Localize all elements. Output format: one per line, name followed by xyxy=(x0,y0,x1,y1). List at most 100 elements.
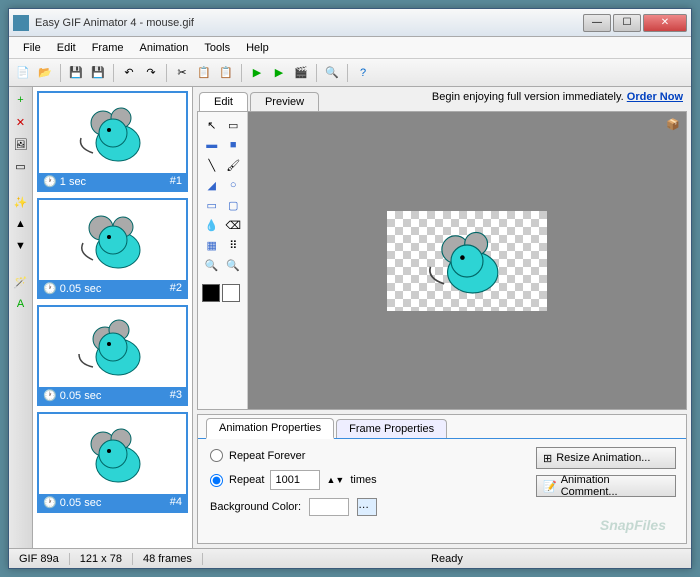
open-icon[interactable]: 📂 xyxy=(35,63,55,83)
background-color[interactable] xyxy=(222,284,240,302)
repeat-count-radio[interactable] xyxy=(210,474,223,487)
left-toolbar: + ✕ 🖼 ▭ ✨ ▲ ▼ 🪄 A xyxy=(9,87,33,548)
effects-icon[interactable]: ✨ xyxy=(12,193,30,211)
copy-icon[interactable]: 📋 xyxy=(194,63,214,83)
repeat-count-input[interactable] xyxy=(270,470,320,490)
redo-icon[interactable]: ↷ xyxy=(141,63,161,83)
editor-area: Edit Preview Begin enjoying full version… xyxy=(193,87,691,548)
main-toolbar: 📄 📂 💾 💾 ↶ ↷ ✂ 📋 📋 ▶ ▶ 🎬 🔍 ? xyxy=(9,59,691,87)
bg-color-picker-button[interactable]: … xyxy=(357,498,377,516)
canvas[interactable] xyxy=(387,211,547,311)
spinner-icon[interactable]: ▲▼ xyxy=(326,475,344,485)
bg-color-row: Background Color: … xyxy=(210,498,377,516)
fill-rect-icon[interactable]: ■ xyxy=(224,136,244,154)
wand-icon[interactable]: 🪄 xyxy=(12,273,30,291)
ellipse-icon[interactable]: ○ xyxy=(224,176,244,194)
animation-comment-button[interactable]: 📝Animation Comment... xyxy=(536,475,676,497)
undo-icon[interactable]: ↶ xyxy=(119,63,139,83)
delete-frame-icon[interactable]: ✕ xyxy=(12,113,30,131)
frame-icon[interactable]: ▭ xyxy=(12,157,30,175)
saveas-icon[interactable]: 💾 xyxy=(88,63,108,83)
repeat-forever-radio[interactable] xyxy=(210,449,223,462)
tab-frame-props[interactable]: Frame Properties xyxy=(336,419,447,438)
foreground-color[interactable] xyxy=(202,284,220,302)
separator xyxy=(316,64,317,82)
shape-icon[interactable]: ◢ xyxy=(202,176,222,194)
menu-animation[interactable]: Animation xyxy=(131,40,196,56)
maximize-button[interactable]: ☐ xyxy=(613,14,641,32)
clock-icon: 🕐 0.05 sec xyxy=(43,496,101,509)
window-controls: — ☐ ✕ xyxy=(583,14,687,32)
paste-icon[interactable]: 📋 xyxy=(216,63,236,83)
brush-icon[interactable]: 🖌 xyxy=(224,156,244,174)
menu-help[interactable]: Help xyxy=(238,40,277,56)
zoom-out-icon[interactable]: 🔍 xyxy=(224,256,244,274)
cut-icon[interactable]: ✂ xyxy=(172,63,192,83)
resize-icon: ⊞ xyxy=(543,452,552,465)
statusbar: GIF 89a 121 x 78 48 frames Ready xyxy=(9,548,691,568)
tab-animation-props[interactable]: Animation Properties xyxy=(206,418,334,439)
frame-thumb[interactable]: 🕐 0.05 sec#3 xyxy=(37,305,188,406)
order-now-link[interactable]: Order Now xyxy=(627,91,683,103)
eyedropper-icon[interactable]: 💧 xyxy=(202,216,222,234)
search-icon[interactable]: 🔍 xyxy=(322,63,342,83)
frames-panel[interactable]: 🕐 1 sec#1 🕐 0.05 sec#2 🕐 0.05 sec#3 🕐 0.… xyxy=(33,87,193,548)
times-label: times xyxy=(350,474,376,486)
pointer-icon[interactable]: ↖ xyxy=(202,116,222,134)
frame-preview xyxy=(39,200,186,280)
add-frame-icon[interactable]: + xyxy=(12,91,30,109)
separator xyxy=(166,64,167,82)
line-icon[interactable]: ╲ xyxy=(202,156,222,174)
frame-thumb[interactable]: 🕐 1 sec#1 xyxy=(37,91,188,192)
frame-preview xyxy=(39,93,186,173)
eraser-icon[interactable]: ⌫ xyxy=(224,216,244,234)
movie-icon[interactable]: 🎬 xyxy=(291,63,311,83)
status-dimensions: 121 x 78 xyxy=(70,553,133,565)
menu-file[interactable]: File xyxy=(15,40,49,56)
menu-frame[interactable]: Frame xyxy=(84,40,132,56)
menu-edit[interactable]: Edit xyxy=(49,40,84,56)
save-icon[interactable]: 💾 xyxy=(66,63,86,83)
spray-icon[interactable]: ⠿ xyxy=(224,236,244,254)
move-up-icon[interactable]: ▲ xyxy=(12,215,30,233)
zoom-in-icon[interactable]: 🔍 xyxy=(202,256,222,274)
window-title: Easy GIF Animator 4 - mouse.gif xyxy=(35,17,583,29)
frame-info: 🕐 1 sec#1 xyxy=(39,173,186,190)
play-browser-icon[interactable]: ▶ xyxy=(269,63,289,83)
image-icon[interactable]: 🖼 xyxy=(12,135,30,153)
bucket-icon[interactable]: ▦ xyxy=(202,236,222,254)
repeat-label: Repeat xyxy=(229,474,264,486)
play-icon[interactable]: ▶ xyxy=(247,63,267,83)
rect-icon[interactable]: ▬ xyxy=(202,136,222,154)
canvas-viewport[interactable]: 📦 xyxy=(248,112,686,409)
status-ready: Ready xyxy=(203,553,691,565)
tool-options-icon[interactable]: 📦 xyxy=(666,118,680,131)
close-button[interactable]: ✕ xyxy=(643,14,687,32)
app-window: Easy GIF Animator 4 - mouse.gif — ☐ ✕ Fi… xyxy=(8,8,692,569)
status-format: GIF 89a xyxy=(9,553,70,565)
repeat-forever-label: Repeat Forever xyxy=(229,450,305,462)
frame-thumb[interactable]: 🕐 0.05 sec#4 xyxy=(37,412,188,513)
round-rect-icon[interactable]: ▢ xyxy=(224,196,244,214)
frame-thumb[interactable]: 🕐 0.05 sec#2 xyxy=(37,198,188,299)
rect2-icon[interactable]: ▭ xyxy=(202,196,222,214)
text-icon[interactable]: A xyxy=(12,295,30,313)
frame-info: 🕐 0.05 sec#4 xyxy=(39,494,186,511)
separator xyxy=(113,64,114,82)
properties-tabs: Animation Properties Frame Properties xyxy=(198,415,686,439)
marquee-icon[interactable]: ▭ xyxy=(224,116,244,134)
separator xyxy=(60,64,61,82)
canvas-container: ↖▭ ▬■ ╲🖌 ◢○ ▭▢ 💧⌫ ▦⠿ 🔍🔍 📦 xyxy=(197,111,687,410)
menu-tools[interactable]: Tools xyxy=(196,40,238,56)
help-icon[interactable]: ? xyxy=(353,63,373,83)
frame-index: #2 xyxy=(170,282,182,295)
move-down-icon[interactable]: ▼ xyxy=(12,237,30,255)
titlebar: Easy GIF Animator 4 - mouse.gif — ☐ ✕ xyxy=(9,9,691,37)
minimize-button[interactable]: — xyxy=(583,14,611,32)
new-icon[interactable]: 📄 xyxy=(13,63,33,83)
app-icon xyxy=(13,15,29,31)
resize-animation-button[interactable]: ⊞Resize Animation... xyxy=(536,447,676,469)
main-area: + ✕ 🖼 ▭ ✨ ▲ ▼ 🪄 A 🕐 1 sec#1 � xyxy=(9,87,691,548)
tab-preview[interactable]: Preview xyxy=(250,92,319,111)
tab-edit[interactable]: Edit xyxy=(199,92,248,111)
